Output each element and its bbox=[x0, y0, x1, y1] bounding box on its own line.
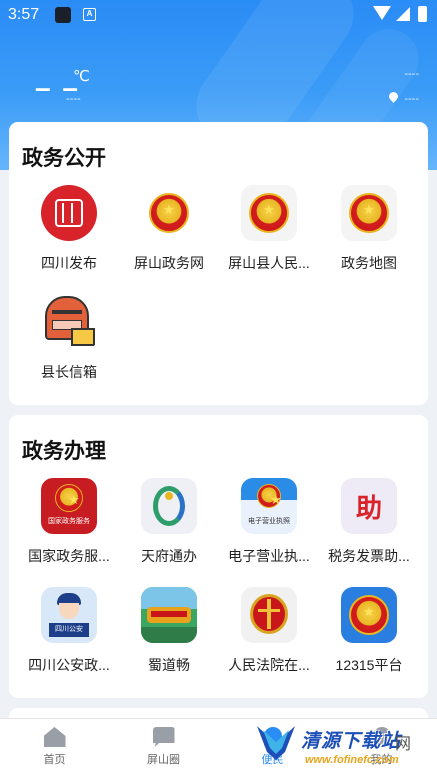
service-label: 县长信箱 bbox=[41, 364, 97, 380]
service-label: 税务发票助... bbox=[328, 548, 410, 564]
service-item[interactable]: 人民法院在... bbox=[217, 587, 321, 675]
watermark-url: www.fofinefc.com bbox=[305, 754, 399, 766]
national-emblem-icon bbox=[341, 185, 397, 241]
watermark: 清源下载站 网 www.fofinefc.com bbox=[255, 720, 435, 774]
tianfu-tongban-icon bbox=[141, 478, 197, 534]
service-label: 12315平台 bbox=[335, 657, 403, 673]
watermark-logo-icon bbox=[257, 726, 295, 760]
mailbox-icon bbox=[41, 294, 97, 350]
service-item[interactable]: 蜀道畅 bbox=[117, 587, 221, 675]
section-title: 政务公开 bbox=[22, 147, 106, 170]
service-label: 蜀道畅 bbox=[148, 657, 190, 673]
e-business-license-icon: 电子营业执照 bbox=[241, 478, 297, 534]
home-icon bbox=[43, 727, 66, 747]
service-label: 人民法院在... bbox=[228, 657, 310, 673]
weather-description: ---- bbox=[66, 93, 81, 105]
chat-icon bbox=[152, 727, 175, 747]
watermark-brand: 清源下载站 bbox=[301, 731, 402, 752]
national-gov-service-icon: 国家政务服务 bbox=[41, 478, 97, 534]
weather-extra: ---- bbox=[404, 68, 419, 80]
sichuan-police-icon: 四川公安 bbox=[41, 587, 97, 643]
tab-label: 屏山圈 bbox=[147, 754, 180, 766]
service-label: 政务地图 bbox=[341, 255, 397, 271]
shudao-chang-icon bbox=[141, 587, 197, 643]
service-item[interactable]: 政务地图 bbox=[317, 185, 421, 273]
service-item[interactable]: 电子营业执照 电子营业执... bbox=[217, 478, 321, 566]
watermark-suffix: 网 bbox=[395, 736, 412, 753]
signal-icon bbox=[396, 7, 410, 21]
weather-unit: ℃ bbox=[73, 68, 90, 85]
service-item[interactable]: 四川公安 四川公安政... bbox=[17, 587, 121, 675]
service-item[interactable]: 天府通办 bbox=[117, 478, 221, 566]
service-item[interactable]: 屏山政务网 bbox=[117, 185, 221, 273]
service-label: 天府通办 bbox=[141, 548, 197, 564]
tab-home[interactable]: 首页 bbox=[0, 719, 109, 776]
service-item[interactable]: 助 税务发票助... bbox=[317, 478, 421, 566]
notification-icon bbox=[55, 7, 71, 23]
section-gov-public: 政务公开 四川发布 屏山政务网 屏山县人民... 政务地图 县长信箱 bbox=[9, 122, 428, 405]
status-bar: 3:57 A bbox=[0, 0, 437, 30]
section-gov-affairs: 政务办理 国家政务服务 国家政务服... 天府通办 电子营业执照 电子营业执..… bbox=[9, 415, 428, 698]
section-title: 政务办理 bbox=[22, 440, 106, 463]
service-label: 四川发布 bbox=[41, 255, 97, 271]
service-item[interactable]: 县长信箱 bbox=[17, 294, 121, 382]
service-label: 电子营业执... bbox=[228, 548, 310, 564]
tab-pingshan-circle[interactable]: 屏山圈 bbox=[109, 719, 218, 776]
status-time: 3:57 bbox=[8, 6, 40, 23]
national-emblem-icon bbox=[141, 185, 197, 241]
tab-label: 首页 bbox=[43, 754, 66, 766]
12315-platform-icon bbox=[341, 587, 397, 643]
sichuan-fabu-icon bbox=[41, 185, 97, 241]
national-emblem-icon bbox=[241, 185, 297, 241]
service-label: 四川公安政... bbox=[28, 657, 110, 673]
notification-a-icon: A bbox=[83, 8, 96, 21]
service-label: 屏山政务网 bbox=[134, 255, 204, 271]
service-label: 屏山县人民... bbox=[228, 255, 310, 271]
service-item[interactable]: 国家政务服务 国家政务服... bbox=[17, 478, 121, 566]
service-item[interactable]: 12315平台 bbox=[317, 587, 421, 675]
battery-icon bbox=[418, 6, 427, 22]
wifi-icon bbox=[373, 6, 391, 20]
service-label: 国家政务服... bbox=[28, 548, 110, 564]
service-item[interactable]: 四川发布 bbox=[17, 185, 121, 273]
court-emblem-icon bbox=[241, 587, 297, 643]
tax-invoice-icon: 助 bbox=[341, 478, 397, 534]
service-item[interactable]: 屏山县人民... bbox=[217, 185, 321, 273]
weather-location[interactable]: ---- bbox=[404, 93, 419, 105]
